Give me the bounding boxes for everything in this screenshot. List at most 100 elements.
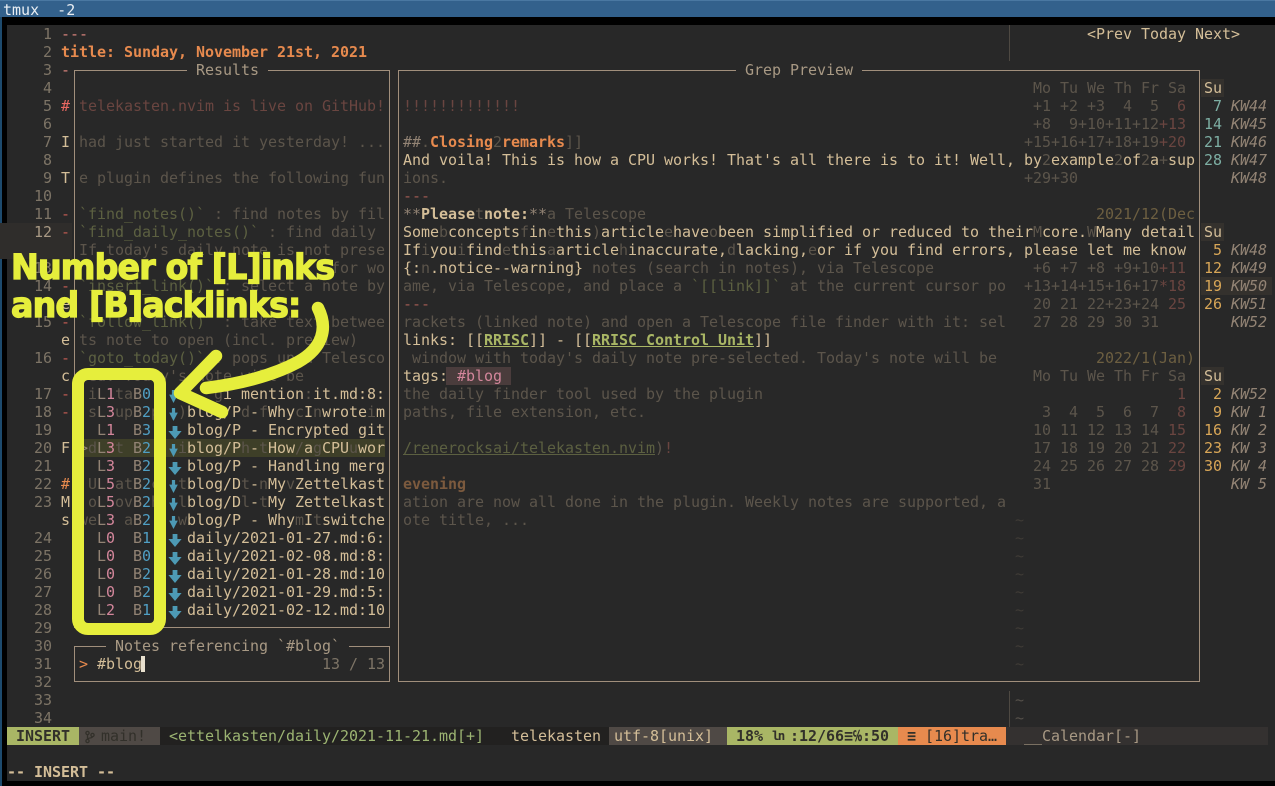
text-span: remarks	[502, 133, 565, 151]
result-file-name[interactable]: Handling	[268, 457, 340, 475]
end-of-buffer-marker: ~	[1015, 529, 1024, 547]
terminal-row: 27~L0B2daily/2021-01-29.md:5:	[7, 583, 1275, 601]
calendar-window-status: __Calendar[-]	[1024, 727, 1141, 745]
window-titlebar[interactable]: tmux -2	[0, 0, 1275, 17]
terminal-row: 23Moovhlltation are now all done in the …	[7, 493, 1275, 511]
text-span: /renerocksai/telekasten.nvim	[403, 439, 655, 457]
result-file-name[interactable]: Zettelkast	[295, 493, 385, 511]
calendar-sunday: 26	[1204, 295, 1222, 313]
text-span: ote title, ...	[403, 511, 529, 529]
result-file-name[interactable]: wor	[358, 439, 385, 457]
text-span: +13	[1159, 115, 1186, 133]
result-file-name[interactable]: Zettelkast	[295, 475, 385, 493]
result-file-name[interactable]: I	[304, 511, 313, 529]
git-branch[interactable]: main!	[101, 727, 146, 745]
text-cursor	[141, 656, 145, 672]
result-file-name[interactable]: -	[250, 511, 259, 529]
text-span: find	[466, 241, 502, 259]
result-file-name[interactable]: m	[376, 403, 385, 421]
text-span: +6 +7 +8 +9+10	[1024, 259, 1159, 277]
result-file-name[interactable]: CPU	[322, 439, 349, 457]
text-span: **	[403, 205, 421, 223]
text-span: you	[430, 241, 457, 259]
column-symbol: ℅	[853, 727, 862, 745]
result-file-name[interactable]: daily/2021-01-28.md:10	[187, 565, 385, 583]
text-span: the daily finder tool used by the plugin	[403, 385, 763, 403]
result-file-name[interactable]: daily/2021-02-12.md:10	[187, 601, 385, 619]
result-file-name[interactable]: -	[250, 493, 259, 511]
result-file-name[interactable]: a	[304, 439, 313, 457]
result-file-name[interactable]: daily/2021-01-27.md:6:	[187, 529, 385, 547]
text-span: ---	[403, 295, 430, 313]
result-file-name[interactable]: blog/P	[187, 439, 241, 457]
text-span: That's	[727, 151, 781, 169]
result-file-name[interactable]: How	[268, 439, 295, 457]
result-file-name[interactable]: My	[268, 475, 286, 493]
text-span: have	[673, 223, 709, 241]
text-span: n	[421, 259, 430, 277]
terminal-row: 9Te plugin defines the following funions…	[7, 169, 1275, 187]
terminal-row: 28~L2B1daily/2021-02-12.md:10	[7, 601, 1275, 619]
result-file-name[interactable]: Why	[268, 511, 295, 529]
result-file-name[interactable]: -	[250, 457, 259, 475]
terminal-row: 4Mo Tu We Th Fr SaSu	[7, 79, 1275, 97]
text-span: *18	[1159, 277, 1186, 295]
terminal-row: 22#Uatcttnvevening 31KW 5L5B2blog/D-MyZe…	[7, 475, 1275, 493]
text-span: notes (search in notes), via Telescope	[592, 259, 934, 277]
terminal-row: sweawmt~ote title, ...L3B2blog/P-WhyIswi…	[7, 511, 1275, 529]
text-span: -	[61, 385, 70, 403]
text-span: #	[61, 97, 70, 115]
text-span: article	[556, 241, 619, 259]
editor-screen: 1---2title: Sunday, November 21st, 20213…	[7, 25, 1275, 781]
calendar-next-button[interactable]: Next>	[1195, 25, 1240, 43]
text-span: voila!	[439, 151, 493, 169]
text-span: a	[1150, 151, 1159, 169]
text-span: in	[529, 223, 547, 241]
text-span: there	[826, 151, 871, 169]
text-span: s	[61, 511, 70, 529]
result-file-name[interactable]: My	[268, 493, 286, 511]
warning-text[interactable]: [16]tra…	[925, 727, 997, 745]
calendar-week-number: KW 4	[1231, 457, 1267, 475]
terminal-row: 2title: Sunday, November 21st, 2021	[7, 43, 1275, 61]
text-span: -	[61, 205, 70, 223]
end-of-buffer-marker: ~	[1015, 601, 1024, 619]
line-number: 17	[25, 385, 52, 403]
text-span: 3 4 5 6 7	[1024, 403, 1159, 421]
text-span: CPU	[628, 151, 655, 169]
result-file-name[interactable]: blog/D	[187, 475, 241, 493]
text-span: +15+16+17+18+19	[1024, 133, 1159, 151]
file-path[interactable]: <ettelkasten/daily/2021-11-21.md[+]	[169, 727, 484, 745]
text-span: ]] - [[	[529, 331, 592, 349]
calendar-today-button[interactable]: Today	[1141, 25, 1186, 43]
mode-message: -- INSERT --	[7, 763, 115, 781]
result-file-name[interactable]: -	[250, 439, 259, 457]
text-span: you	[871, 241, 898, 259]
result-file-name[interactable]: merg	[349, 457, 385, 475]
text-span: i	[421, 241, 430, 259]
result-file-name[interactable]: blog/P	[187, 511, 241, 529]
result-file-name[interactable]: daily/2021-01-29.md:5:	[187, 583, 385, 601]
line-number: 33	[25, 691, 52, 709]
line-number: 7	[25, 133, 52, 151]
result-file-name[interactable]: switche	[322, 511, 385, 529]
calendar-prev-button[interactable]: <Prev	[1087, 25, 1132, 43]
text-span: 13 / 13	[322, 655, 385, 673]
line-number: 18	[25, 403, 52, 421]
calendar-day-header: Su	[1204, 223, 1222, 241]
result-file-name[interactable]: blog/D	[187, 493, 241, 511]
terminal-row: 24~L0B1daily/2021-01-27.md:6:	[7, 529, 1275, 547]
result-file-name[interactable]: blog/P	[187, 457, 241, 475]
calendar-day-header: Su	[1204, 367, 1222, 385]
result-file-name[interactable]: git	[358, 421, 385, 439]
result-file-name[interactable]: -	[250, 475, 259, 493]
calendar-sunday: 16	[1204, 421, 1222, 439]
terminal-row: 6 +8 9+10+11+12+1314KW45	[7, 115, 1275, 133]
line-number: 34	[25, 709, 52, 727]
text-span: at the current cursor po	[781, 277, 1006, 295]
text-span: #blog	[457, 367, 502, 385]
file-encoding: utf-8[unix]	[614, 727, 713, 745]
line-number: 26	[25, 565, 52, 583]
result-file-name[interactable]: daily/2021-02-08.md:8:	[187, 547, 385, 565]
end-of-buffer-marker: ~	[1015, 709, 1024, 727]
